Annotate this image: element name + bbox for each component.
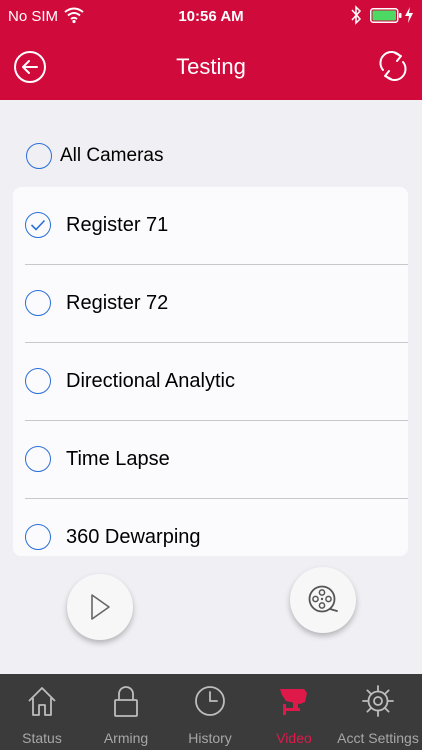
camera-item-360-dewarping[interactable]: 360 Dewarping	[13, 499, 408, 556]
tab-bar: Status Arming History Video Acct Setting…	[0, 674, 422, 750]
camera-item-label: Time Lapse	[66, 448, 170, 470]
recorded-clips-button[interactable]	[290, 567, 356, 633]
refresh-icon	[379, 51, 407, 81]
charging-icon	[404, 6, 414, 28]
clock-icon	[195, 686, 225, 716]
tab-label: Acct Settings	[337, 730, 419, 746]
tab-video[interactable]: Video	[252, 674, 336, 750]
bluetooth-icon	[350, 5, 362, 29]
camera-list: Register 71 Register 72 Directional Anal…	[13, 187, 408, 556]
tab-history[interactable]: History	[168, 674, 252, 750]
camera-item-label: Directional Analytic	[66, 370, 235, 392]
camera-radio[interactable]	[25, 290, 51, 316]
play-icon	[91, 594, 110, 620]
camera-item-label: Register 71	[66, 214, 169, 236]
tab-acct-settings[interactable]: Acct Settings	[336, 674, 420, 750]
all-cameras-option[interactable]: All Cameras	[26, 141, 163, 171]
all-cameras-radio[interactable]	[26, 143, 52, 169]
gear-icon	[362, 685, 394, 717]
camera-radio[interactable]	[25, 524, 51, 550]
status-bar: No SIM 10:56 AM	[0, 0, 422, 34]
camera-item-time-lapse[interactable]: Time Lapse	[13, 421, 408, 499]
nav-bar: Testing	[0, 34, 422, 100]
camera-item-label: Register 72	[66, 292, 169, 314]
camera-radio-checked[interactable]	[25, 212, 51, 238]
camera-item-register-71[interactable]: Register 71	[13, 187, 408, 265]
lock-icon	[114, 686, 138, 717]
security-camera-icon	[280, 689, 307, 715]
camera-radio[interactable]	[25, 446, 51, 472]
checkmark-icon	[30, 219, 46, 231]
camera-item-directional-analytic[interactable]: Directional Analytic	[13, 343, 408, 421]
tab-arming[interactable]: Arming	[84, 674, 168, 750]
home-icon	[28, 687, 56, 716]
battery-icon	[370, 8, 402, 28]
tab-status[interactable]: Status	[0, 674, 84, 750]
film-reel-icon	[308, 585, 338, 613]
play-live-button[interactable]	[67, 574, 133, 640]
camera-item-label: 360 Dewarping	[66, 526, 201, 548]
camera-radio[interactable]	[25, 368, 51, 394]
refresh-button[interactable]	[376, 48, 410, 84]
camera-item-register-72[interactable]: Register 72	[13, 265, 408, 343]
page-title: Testing	[176, 54, 246, 79]
all-cameras-label: All Cameras	[60, 145, 164, 166]
